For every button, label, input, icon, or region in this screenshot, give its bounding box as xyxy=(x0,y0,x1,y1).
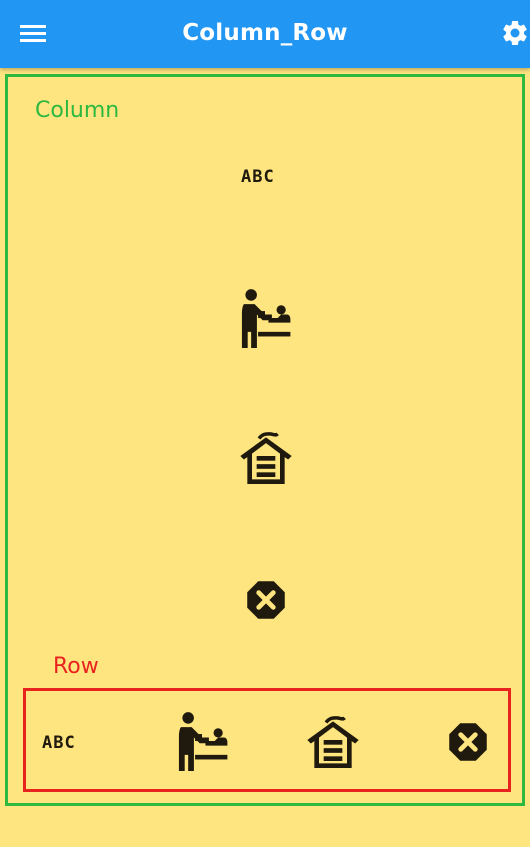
dangerous-icon xyxy=(449,723,487,761)
column-label: Column xyxy=(35,98,120,123)
dangerous-icon xyxy=(247,581,285,619)
garage-icon xyxy=(307,716,359,768)
garage-icon xyxy=(240,432,292,484)
row-container: ABC xyxy=(23,688,511,792)
baby-changing-station-icon xyxy=(178,712,228,771)
gear-icon[interactable] xyxy=(500,18,530,48)
column-container: Column ABC Row ABC xyxy=(5,74,525,806)
page-title: Column_Row xyxy=(182,20,348,46)
baby-changing-station-icon xyxy=(241,289,291,348)
abc-icon: ABC xyxy=(241,167,275,187)
abc-icon: ABC xyxy=(42,733,76,753)
app-bar: Column_Row xyxy=(0,0,530,68)
row-label: Row xyxy=(53,654,99,679)
